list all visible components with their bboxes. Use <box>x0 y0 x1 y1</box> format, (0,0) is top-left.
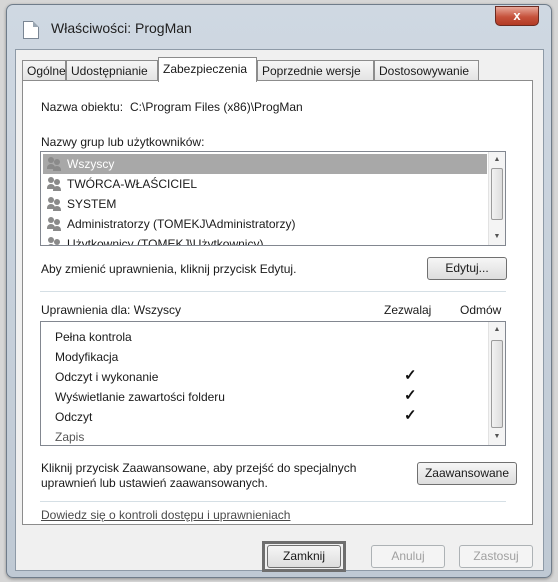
permission-row: Odczyt <box>55 410 93 424</box>
object-name-value: C:\Program Files (x86)\ProgMan <box>130 100 303 114</box>
divider <box>40 501 506 502</box>
check-icon: ✓ <box>404 387 417 404</box>
check-icon: ✓ <box>404 367 417 384</box>
tab-customize[interactable]: Dostosowywanie <box>374 60 479 81</box>
title-bar[interactable]: Właściwości: ProgMan x <box>7 5 551 49</box>
object-name-label: Nazwa obiektu: <box>41 100 124 114</box>
scroll-thumb[interactable] <box>491 168 503 220</box>
list-item-label: TWÓRCA-WŁAŚCICIEL <box>67 177 198 191</box>
scroll-down-icon[interactable]: ▼ <box>489 229 505 245</box>
scroll-up-icon[interactable]: ▲ <box>489 152 505 168</box>
scroll-thumb[interactable] <box>491 340 503 428</box>
list-item-label: Wszyscy <box>67 157 115 171</box>
advanced-hint-line2: uprawnień lub ustawień zaawansowanych. <box>41 476 268 490</box>
apply-button[interactable]: Zastosuj <box>459 545 533 568</box>
users-listbox[interactable]: Wszyscy TWÓRCA-WŁAŚCICIEL SYSTEM Adminis… <box>40 151 506 246</box>
advanced-button[interactable]: Zaawansowane <box>417 462 517 485</box>
tab-sharing[interactable]: Udostępnianie <box>66 60 158 81</box>
users-list-label: Nazwy grup lub użytkowników: <box>41 135 205 149</box>
help-link[interactable]: Dowiedz się o kontroli dostępu i uprawni… <box>41 508 290 522</box>
scroll-down-icon[interactable]: ▼ <box>489 429 505 445</box>
permission-row: Modyfikacja <box>55 350 119 364</box>
tab-security[interactable]: Zabezpieczenia <box>158 57 257 82</box>
user-group-icon <box>47 217 63 231</box>
tab-previous-versions[interactable]: Poprzednie wersje <box>257 60 374 81</box>
list-item[interactable]: SYSTEM <box>43 194 487 214</box>
user-group-icon <box>47 197 63 211</box>
cancel-button[interactable]: Anuluj <box>371 545 445 568</box>
security-tab-panel: Nazwa obiektu: C:\Program Files (x86)\Pr… <box>22 80 533 525</box>
close-window-button[interactable]: x <box>495 6 539 26</box>
permission-row: Wyświetlanie zawartości folderu <box>55 390 225 404</box>
list-item-label: Administratorzy (TOMEKJ\Administratorzy) <box>67 217 296 231</box>
list-item[interactable]: Wszyscy <box>43 154 487 174</box>
permissions-for-label: Uprawnienia dla: Wszyscy <box>41 303 182 317</box>
list-item[interactable]: Użytkownicy (TOMEKJ\Użytkownicy) <box>43 234 487 246</box>
check-icon: ✓ <box>404 407 417 424</box>
dialog-client-area: Ogólne Udostępnianie Zabezpieczenia Popr… <box>15 49 544 572</box>
edit-hint: Aby zmienić uprawnienia, kliknij przycis… <box>41 262 297 276</box>
document-icon <box>23 21 39 39</box>
properties-window: Właściwości: ProgMan x Ogólne Udostępnia… <box>6 4 552 578</box>
advanced-hint-line1: Kliknij przycisk Zaawansowane, aby przej… <box>41 461 357 475</box>
close-button[interactable]: Zamknij <box>267 545 341 568</box>
user-group-icon <box>47 237 63 245</box>
tab-general[interactable]: Ogólne <box>22 60 66 81</box>
users-scrollbar[interactable]: ▲ ▼ <box>488 152 505 245</box>
permissions-list[interactable]: Pełna kontrola Modyfikacja Odczyt i wyko… <box>40 321 506 446</box>
list-item[interactable]: Administratorzy (TOMEKJ\Administratorzy) <box>43 214 487 234</box>
scroll-up-icon[interactable]: ▲ <box>489 322 505 338</box>
permission-row: Zapis <box>55 430 85 444</box>
list-item-label: Użytkownicy (TOMEKJ\Użytkownicy) <box>67 237 264 246</box>
deny-column-header: Odmów <box>460 303 502 317</box>
divider <box>40 291 506 292</box>
edit-button[interactable]: Edytuj... <box>427 257 507 280</box>
permissions-scrollbar[interactable]: ▲ ▼ <box>488 322 505 445</box>
permission-row: Pełna kontrola <box>55 330 132 344</box>
list-item[interactable]: TWÓRCA-WŁAŚCICIEL <box>43 174 487 194</box>
list-item-label: SYSTEM <box>67 197 117 211</box>
user-group-icon <box>47 177 63 191</box>
allow-column-header: Zezwalaj <box>384 303 432 317</box>
window-title: Właściwości: ProgMan <box>51 20 192 36</box>
permission-row: Odczyt i wykonanie <box>55 370 159 384</box>
user-group-icon <box>47 157 63 171</box>
